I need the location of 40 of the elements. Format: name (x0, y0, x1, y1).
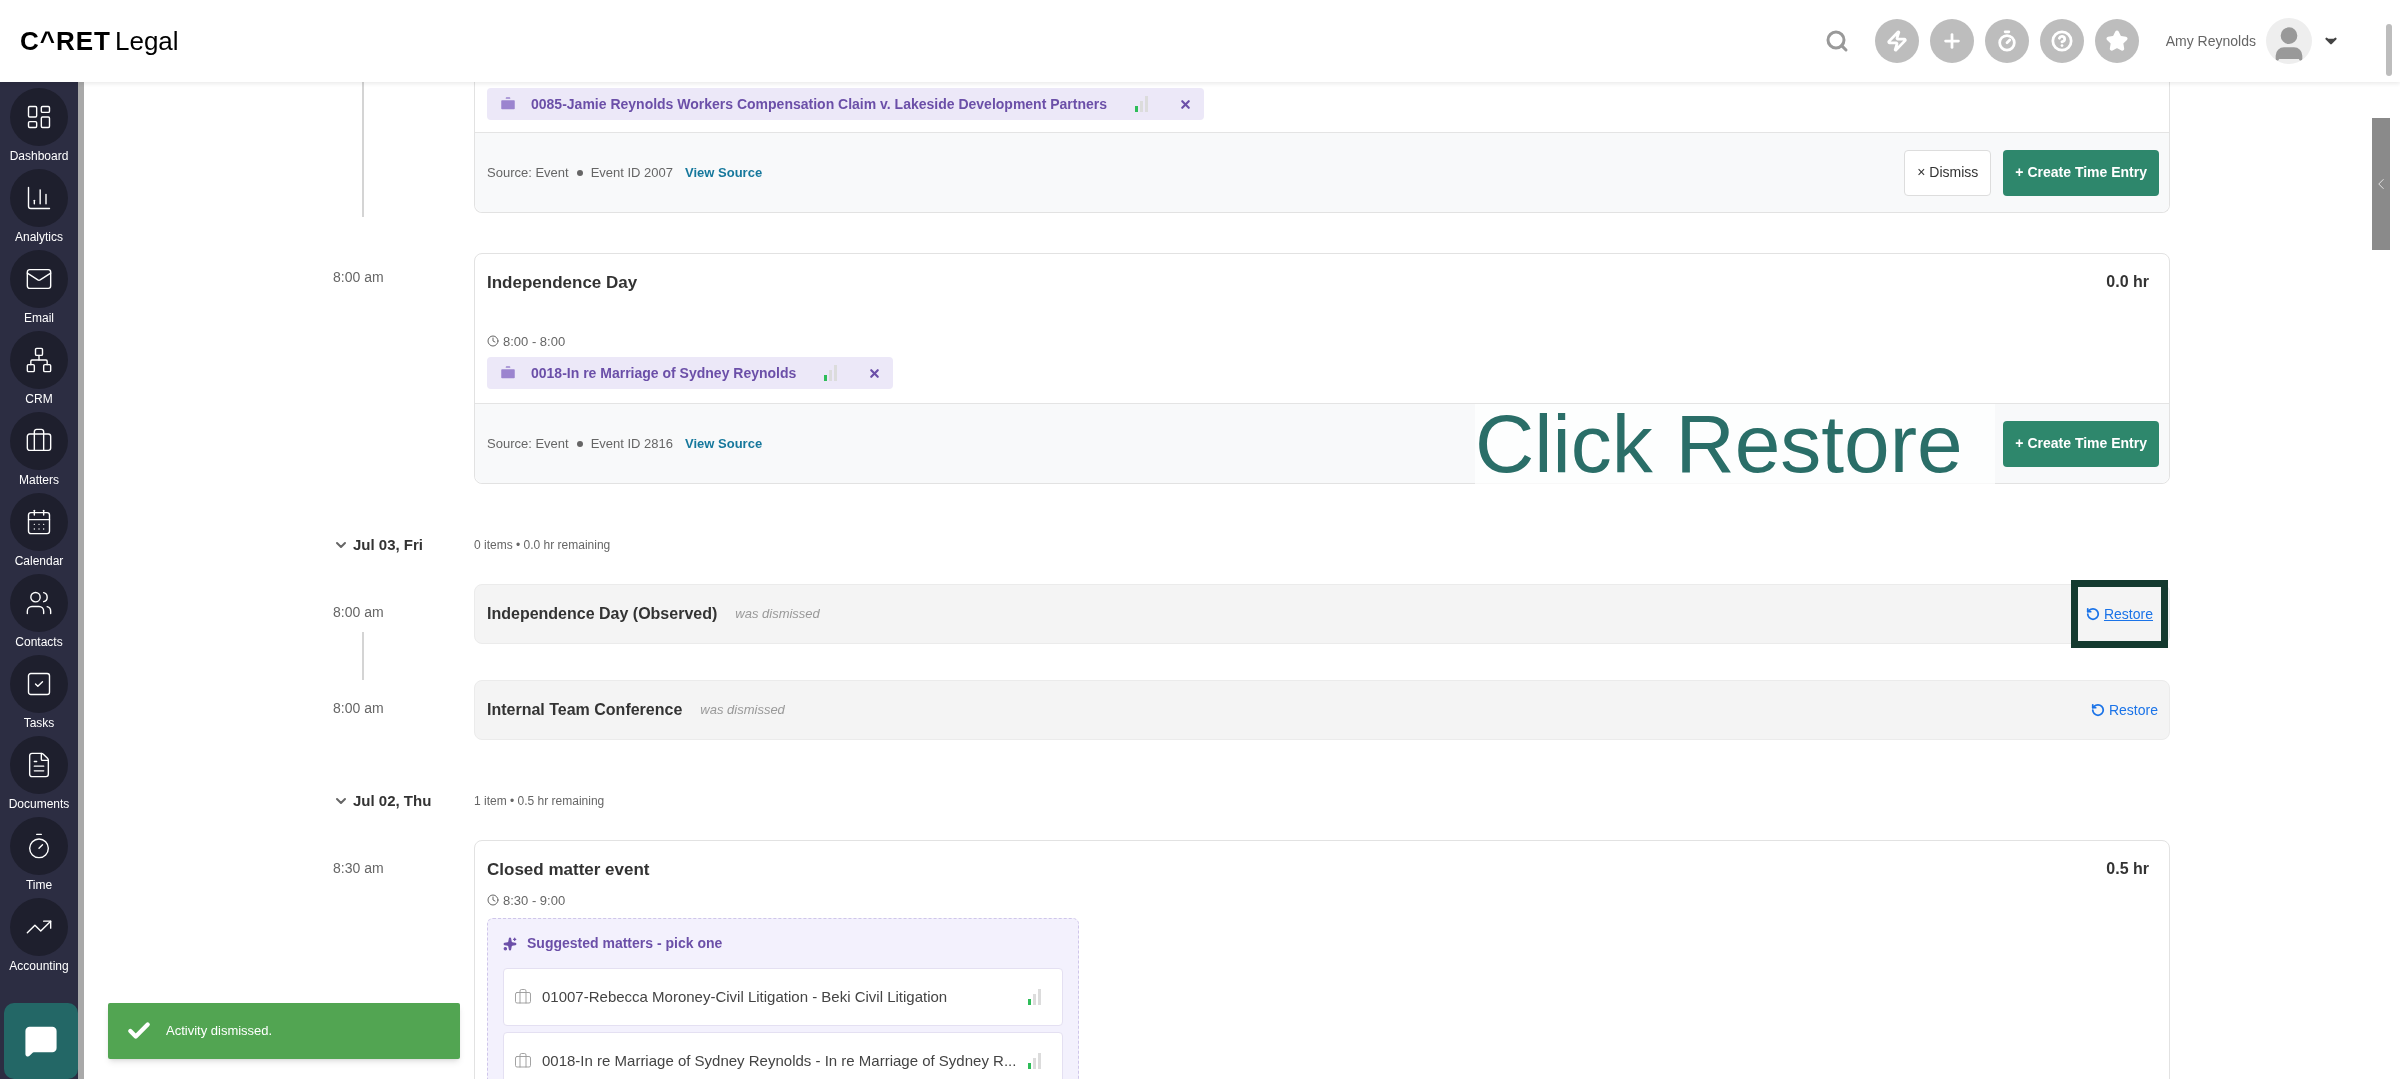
event-id: Event ID 2007 (590, 163, 674, 182)
date-heading: Jul 03, Fri (353, 534, 424, 555)
dismiss-button[interactable]: × Dismiss (1904, 149, 1992, 196)
matter-name: 0018-In re Marriage of Sydney Reynolds - In re Marriage of Sydney R... (542, 1050, 1017, 1071)
restore-button[interactable]: Restore (2070, 580, 2168, 648)
toast-message: Activity dismissed. (166, 1022, 273, 1041)
view-source-link[interactable]: View Source (685, 162, 763, 183)
suggested-matter[interactable]: 0018-In re Marriage of Sydney Reynolds - In re Marriage of Sydney R... (503, 1032, 1063, 1079)
event-title: Independence Day (487, 272, 638, 294)
event-title: Independence Day (Observed) (487, 604, 718, 624)
time-label: 8:00 am (333, 699, 385, 718)
user-name[interactable]: Amy Reynolds (2165, 30, 2256, 52)
source-label: Source: Event (487, 163, 569, 182)
restore-button[interactable]: Restore (2090, 695, 2158, 725)
dismissed-status: was dismissed (735, 605, 820, 624)
tutorial-callout: Click Restore (1475, 404, 1995, 484)
matter-chip[interactable]: 0018-In re Marriage of Sydney Reynolds (487, 357, 894, 389)
time-label: 8:00 am (333, 603, 385, 622)
time-label: 8:30 am (333, 859, 385, 878)
event-title: Closed matter event (487, 859, 650, 881)
create-time-entry-button[interactable]: + Create Time Entry (2003, 420, 2159, 467)
suggested-title: Suggested matters - pick one (527, 934, 723, 953)
day-summary: 0 items • 0.0 hr remaining (474, 537, 611, 554)
app-logo[interactable]: C^RET Legal (20, 21, 179, 61)
hours-label: 0.0 hr (2106, 272, 2149, 292)
suggested-matter[interactable]: 01007-Rebecca Moroney-Civil Litigation - Beki Civil Litigation (503, 968, 1063, 1026)
view-source-link[interactable]: View Source (685, 433, 763, 454)
create-time-entry-button[interactable]: + Create Time Entry (2003, 149, 2159, 196)
dismissed-status: was dismissed (700, 701, 785, 720)
hours-label: 0.5 hr (2106, 859, 2149, 879)
date-heading: Jul 02, Thu (353, 790, 432, 811)
event-id: Event ID 2816 (590, 434, 674, 453)
day-summary: 1 item • 0.5 hr remaining (474, 793, 605, 810)
time-label: 8:00 am (333, 268, 385, 287)
source-label: Source: Event (487, 434, 569, 453)
matter-chip[interactable]: 0085-Jamie Reynolds Workers Compensation Claim v. Lakeside Development Partners (487, 88, 1205, 120)
matter-name: 01007-Rebecca Moroney-Civil Litigation - Beki Civil Litigation (542, 986, 948, 1007)
time-range: 8:30 - 9:00 (503, 891, 566, 910)
time-range: 8:00 - 8:00 (503, 332, 566, 351)
event-title: Internal Team Conference (487, 700, 683, 720)
